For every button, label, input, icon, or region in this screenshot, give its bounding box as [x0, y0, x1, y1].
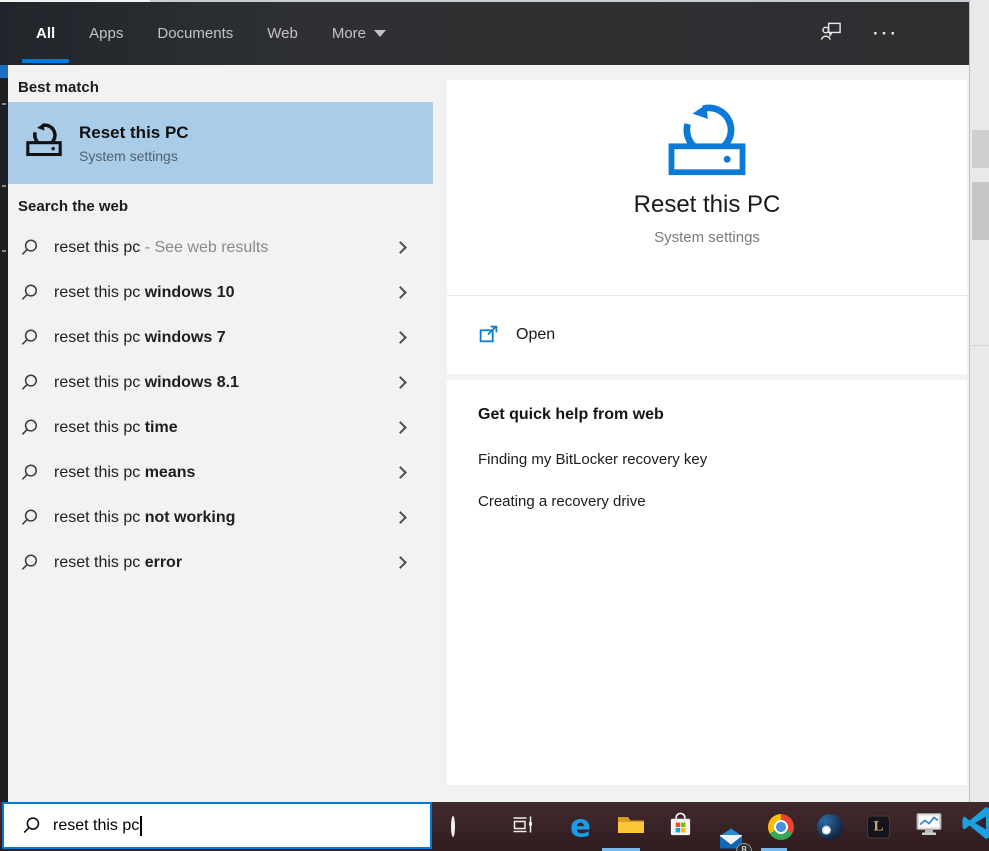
chevron-down-icon — [374, 30, 387, 37]
reset-pc-icon-large — [668, 104, 746, 176]
search-icon — [21, 329, 38, 345]
web-suggestion[interactable]: reset this pc - See web results — [8, 225, 433, 270]
open-external-icon — [479, 325, 498, 343]
search-icon — [21, 464, 38, 480]
chrome-icon[interactable] — [768, 813, 794, 840]
tab-documents[interactable]: Documents — [157, 25, 233, 42]
cortana-icon — [451, 815, 455, 837]
text-caret — [140, 815, 142, 836]
suggestion-text: reset this pc means — [54, 463, 196, 481]
more-options-icon[interactable]: ··· — [873, 24, 899, 44]
task-view-icon — [513, 816, 532, 832]
best-match-subtitle: System settings — [79, 147, 178, 164]
tab-label: Documents — [157, 25, 234, 42]
start-search-flyout: All Apps Documents Web More ··· Best mat… — [0, 0, 989, 851]
best-match-title: Reset this PC — [79, 122, 189, 142]
suggestion-text: reset this pc error — [54, 553, 183, 571]
active-tab-indicator — [22, 59, 69, 63]
quick-help-link-bitlocker[interactable]: Finding my BitLocker recovery key — [478, 451, 967, 468]
tab-label: More — [331, 25, 367, 42]
steam-icon[interactable] — [817, 813, 843, 840]
suggestion-text: reset this pc windows 10 — [54, 283, 235, 301]
search-web-heading: Search the web — [18, 198, 129, 215]
preview-hero: Reset this PC System settings — [447, 80, 967, 296]
search-icon — [21, 239, 38, 255]
web-suggestion[interactable]: reset this pc error — [8, 540, 433, 585]
tab-more[interactable]: More — [331, 25, 387, 42]
chevron-right-icon — [394, 511, 407, 524]
search-icon — [21, 509, 38, 525]
taskbar-search-input[interactable]: reset this pc — [2, 802, 432, 849]
best-match-heading: Best match — [18, 79, 99, 96]
background-scrollbar — [972, 130, 989, 168]
performance-monitor-icon[interactable] — [915, 811, 943, 842]
chevron-right-icon — [394, 421, 407, 434]
web-suggestion[interactable]: reset this pc windows 10 — [8, 270, 433, 315]
quick-help-heading: Get quick help from web — [478, 406, 664, 423]
preview-panel: Reset this PC System settings Open Get q… — [433, 65, 969, 802]
web-suggestion[interactable]: reset this pc windows 8.1 — [8, 360, 433, 405]
chevron-right-icon — [394, 286, 407, 299]
background-scrollbar-thumb — [972, 182, 989, 240]
best-match-item[interactable]: Reset this PC System settings — [8, 102, 433, 184]
tab-label: Web — [267, 25, 298, 42]
suggestion-text: reset this pc windows 7 — [54, 328, 226, 346]
task-view-button[interactable] — [511, 813, 533, 840]
open-label: Open — [516, 325, 556, 343]
open-action[interactable]: Open — [447, 296, 967, 373]
preview-card: Reset this PC System settings Open — [447, 80, 967, 374]
search-icon — [21, 374, 38, 390]
mail-badge: 8 — [736, 842, 752, 851]
quick-help-link-recovery-drive[interactable]: Creating a recovery drive — [478, 493, 967, 510]
search-results-panel: Best match Reset this PC System settings… — [8, 65, 433, 802]
tab-apps[interactable]: Apps — [89, 25, 123, 42]
background-window-left-sliver — [0, 65, 8, 802]
suggestion-text: reset this pc not working — [54, 508, 236, 526]
search-icon — [23, 817, 40, 834]
edge-icon[interactable]: e — [570, 811, 591, 842]
cortana-button[interactable] — [451, 815, 455, 837]
mail-icon[interactable]: 8 — [717, 828, 752, 851]
search-icon — [21, 419, 38, 435]
search-icon — [21, 554, 38, 570]
suggestion-text: reset this pc time — [54, 418, 178, 436]
search-icon — [21, 284, 38, 300]
preview-subtitle: System settings — [654, 229, 760, 246]
background-window-right-sliver — [969, 0, 989, 802]
tab-label: All — [36, 25, 56, 42]
tab-web[interactable]: Web — [267, 25, 298, 42]
tab-label: Apps — [89, 25, 124, 42]
web-suggestion[interactable]: reset this pc windows 7 — [8, 315, 433, 360]
quick-help-card: Get quick help from web Finding my BitLo… — [447, 380, 967, 785]
file-explorer-icon[interactable] — [617, 813, 645, 840]
web-suggestion[interactable]: reset this pc not working — [8, 495, 433, 540]
search-query-text: reset this pc — [53, 816, 140, 834]
microsoft-store-icon[interactable] — [668, 812, 693, 842]
preview-title: Reset this PC — [633, 191, 781, 218]
league-of-legends-icon[interactable] — [867, 815, 890, 838]
web-suggestion[interactable]: reset this pc time — [8, 405, 433, 450]
suggestion-text: reset this pc - See web results — [54, 238, 269, 256]
web-suggestion[interactable]: reset this pc means — [8, 450, 433, 495]
chevron-right-icon — [394, 466, 407, 479]
search-filter-bar: All Apps Documents Web More ··· — [0, 2, 969, 65]
reset-pc-icon — [22, 123, 66, 163]
feedback-icon[interactable] — [820, 21, 843, 47]
chevron-right-icon — [394, 556, 407, 569]
vscode-icon[interactable] — [962, 806, 989, 848]
suggestion-text: reset this pc windows 8.1 — [54, 373, 239, 391]
web-suggestions-list: reset this pc - See web results reset th… — [8, 225, 433, 585]
tab-all[interactable]: All — [36, 25, 55, 42]
chevron-right-icon — [394, 376, 407, 389]
chevron-right-icon — [394, 241, 407, 254]
chevron-right-icon — [394, 331, 407, 344]
